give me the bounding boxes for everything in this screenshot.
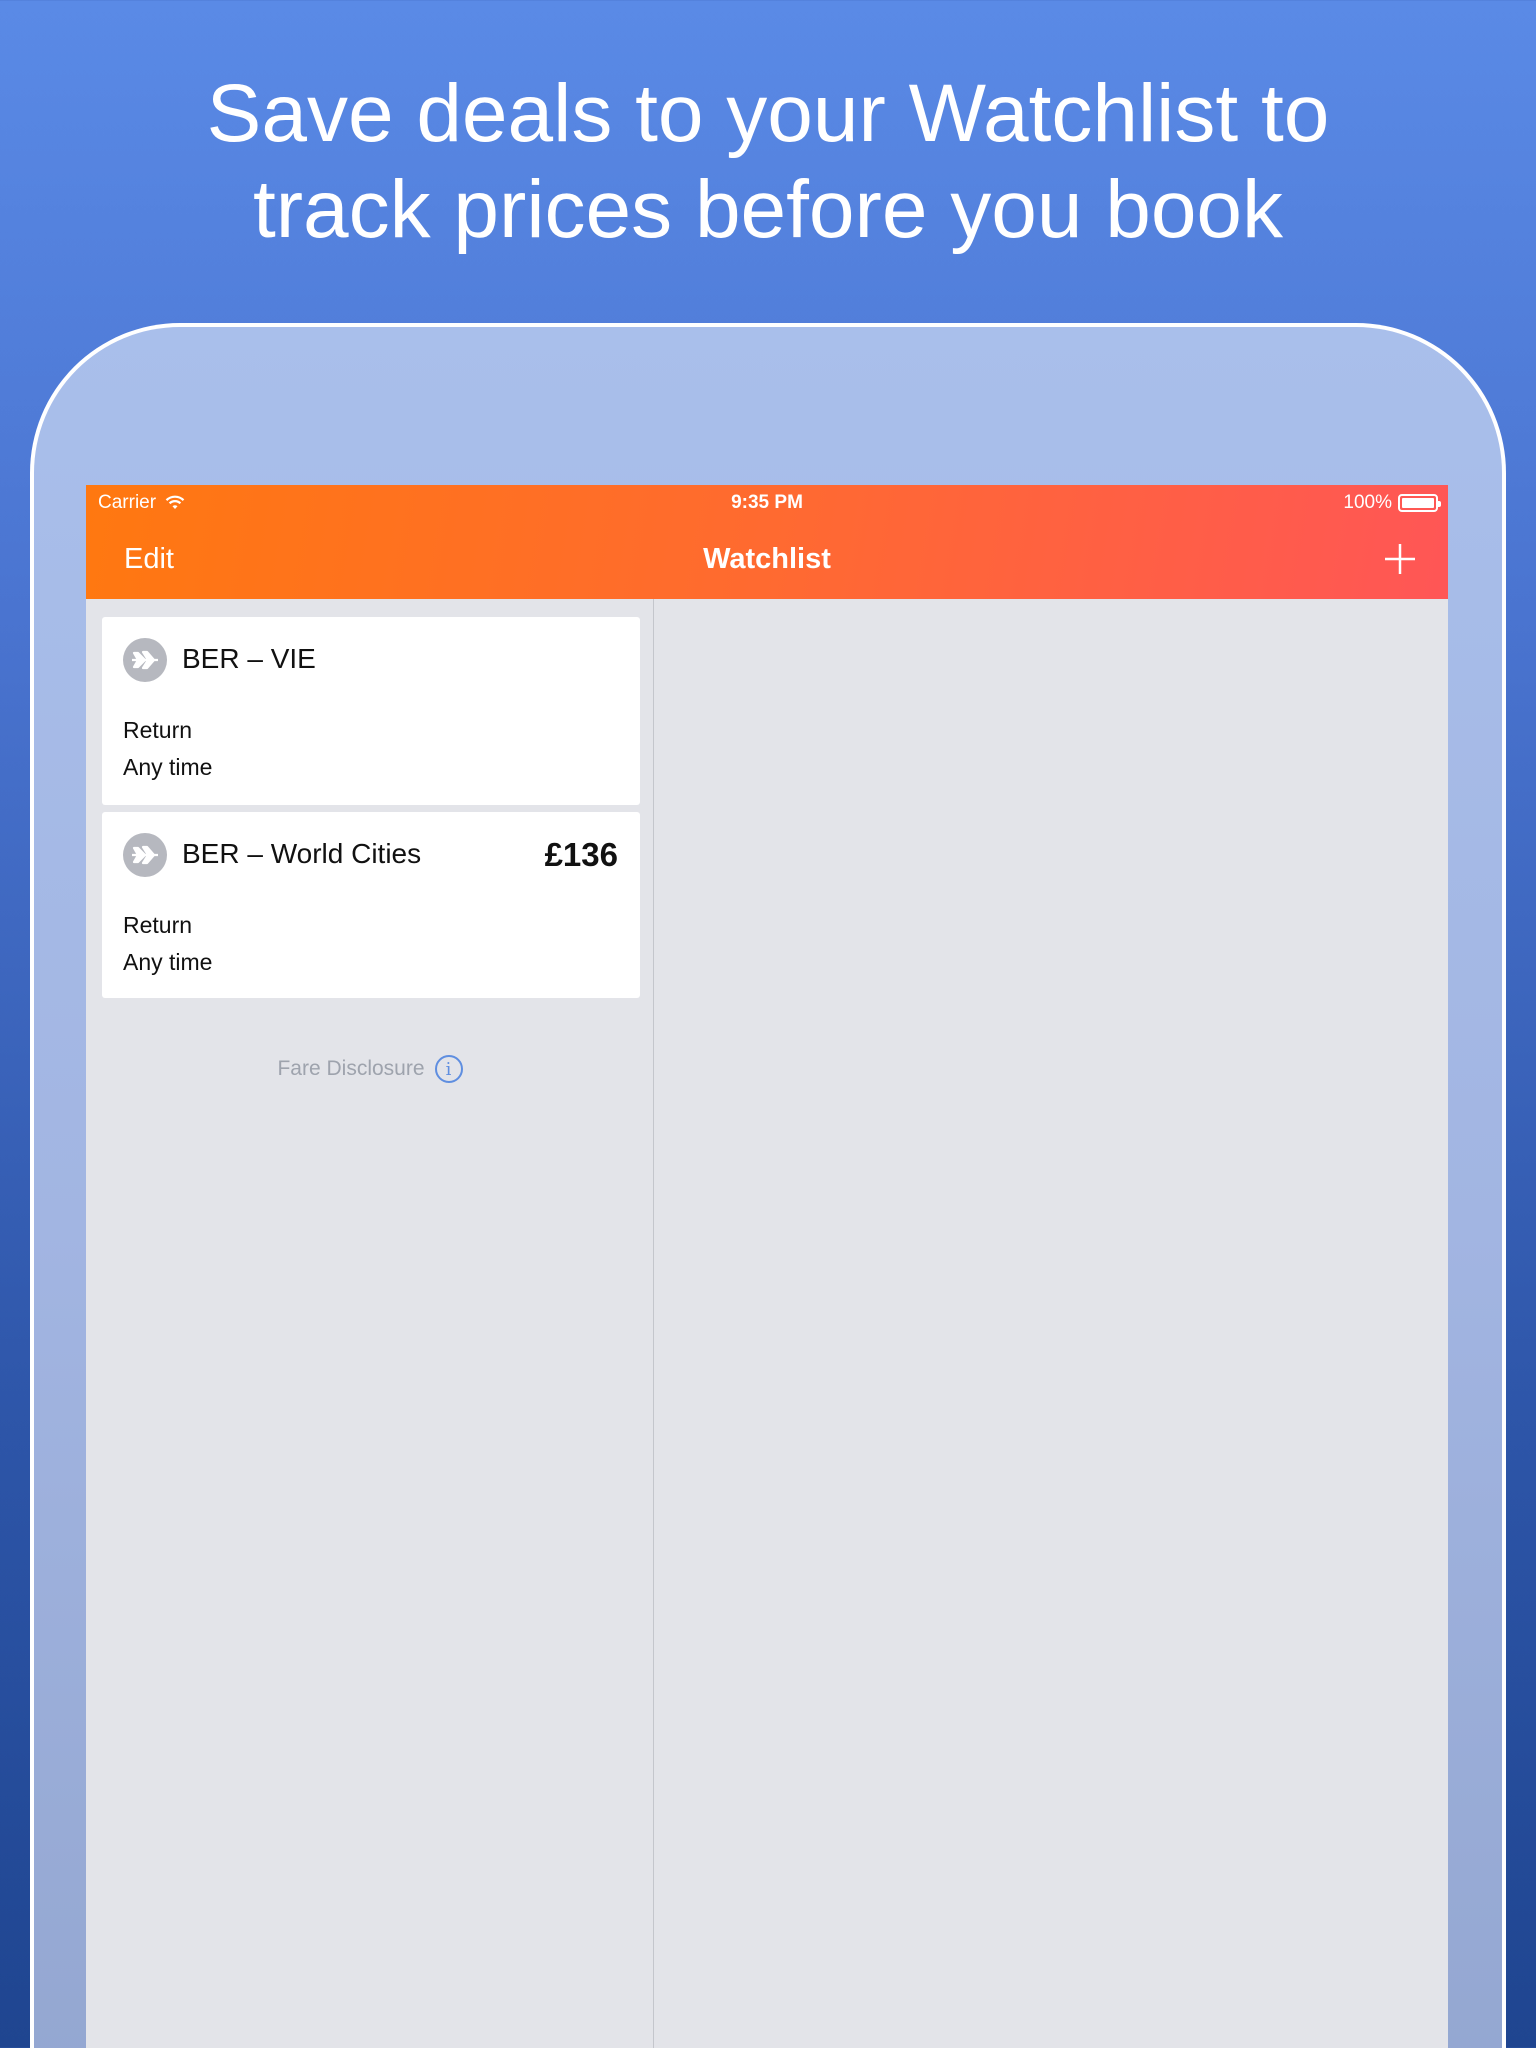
clock: 9:35 PM bbox=[731, 492, 803, 513]
headline-line-2: track prices before you book bbox=[252, 164, 1284, 255]
fare-disclosure-label[interactable]: Fare Disclosure bbox=[277, 1057, 424, 1081]
battery-icon bbox=[1398, 494, 1441, 512]
top-bar: Carrier 9:35 PM 100% Edit Watchlist bbox=[86, 485, 1448, 599]
travel-time: Any time bbox=[123, 949, 213, 975]
travel-time: Any time bbox=[123, 754, 213, 780]
headline-line-1: Save deals to your Watchlist to bbox=[206, 68, 1330, 159]
trip-type: Return bbox=[123, 912, 193, 938]
price-label: £136 bbox=[544, 836, 618, 873]
page-title: Watchlist bbox=[703, 543, 831, 575]
trip-type: Return bbox=[123, 717, 193, 743]
plane-icon bbox=[123, 638, 167, 682]
route-label: BER – VIE bbox=[182, 643, 316, 674]
app-screen: Carrier 9:35 PM 100% Edit Watchlist BER … bbox=[86, 485, 1448, 2048]
status-bar: Carrier 9:35 PM 100% bbox=[86, 485, 1448, 521]
info-icon[interactable]: i bbox=[434, 1055, 463, 1083]
watchlist-card-ber-world-cities[interactable]: BER – World Cities £136 Return Any time bbox=[102, 812, 640, 998]
watchlist-pane: BER – VIE Return Any time BER – World Ci… bbox=[86, 599, 654, 2048]
promo-headline: Save deals to your Watchlist to track pr… bbox=[0, 66, 1536, 258]
detail-pane bbox=[655, 599, 1448, 2048]
watchlist-card-ber-vie[interactable]: BER – VIE Return Any time bbox=[102, 617, 640, 805]
plus-icon[interactable] bbox=[1382, 541, 1418, 577]
fare-disclosure: Fare Disclosure i bbox=[86, 1055, 654, 1083]
plane-icon bbox=[123, 833, 167, 877]
battery-percent: 100% bbox=[1343, 492, 1392, 513]
navigation-bar: Edit Watchlist bbox=[86, 521, 1448, 599]
route-label: BER – World Cities bbox=[182, 838, 422, 869]
